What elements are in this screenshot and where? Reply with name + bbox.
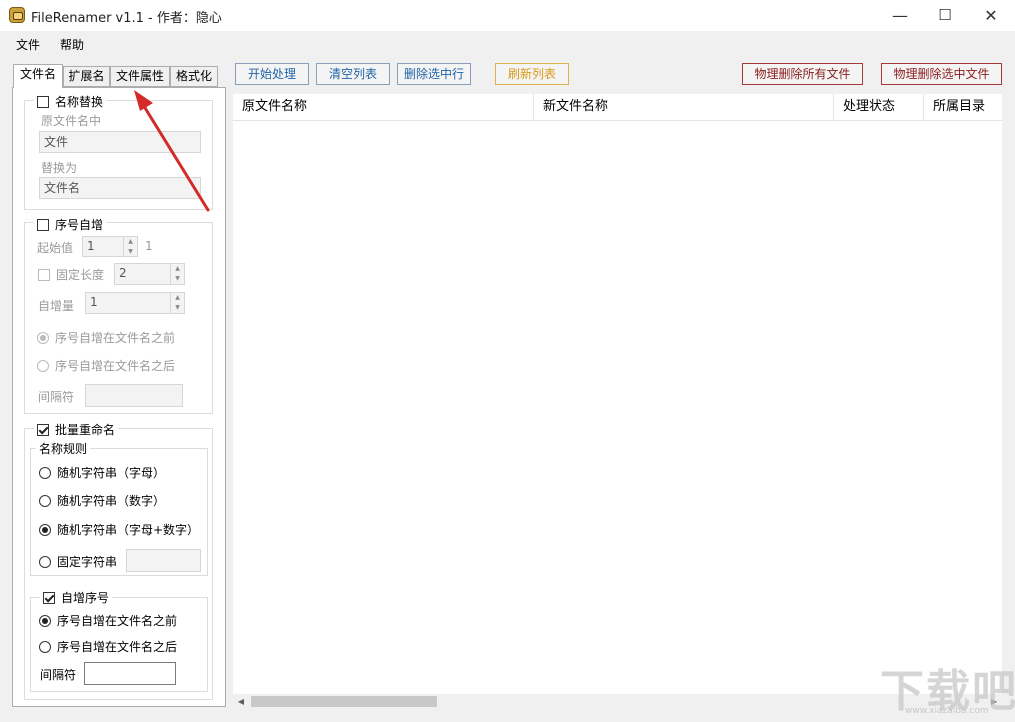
menu-file[interactable]: 文件 [16, 36, 40, 53]
column-directory[interactable]: 所属目录 [924, 94, 1002, 120]
start-value-text: 1 [87, 239, 95, 253]
window-title: FileRenamer v1.1 - 作者：隐心 [31, 11, 222, 26]
clear-list-button[interactable]: 清空列表 [316, 63, 390, 85]
auto-before-radio[interactable] [39, 615, 51, 627]
scroll-left-icon[interactable]: ◀ [233, 694, 249, 709]
increment-label: 自增量 [38, 299, 75, 313]
menu-help[interactable]: 帮助 [60, 36, 84, 53]
close-button[interactable]: ✕ [968, 0, 1014, 31]
rule-digits-label: 随机字符串（数字） [57, 494, 166, 508]
tab-format[interactable]: 格式化 [170, 66, 218, 87]
sequence-title: 序号自增 [55, 218, 104, 232]
auto-seq-header[interactable]: 自增序号 [40, 589, 113, 606]
column-original-name[interactable]: 原文件名称 [233, 94, 534, 120]
app-icon [9, 7, 25, 23]
auto-seq-checkbox[interactable] [43, 592, 55, 604]
up-arrow-icon[interactable]: ▲ [171, 264, 184, 274]
seq-separator-input[interactable] [85, 384, 183, 407]
physical-delete-selected-button[interactable]: 物理删除选中文件 [881, 63, 1002, 85]
increment-text: 1 [90, 295, 98, 309]
start-value-label: 起始值 [37, 241, 74, 255]
down-arrow-icon[interactable]: ▼ [171, 274, 184, 284]
name-rule-title: 名称规则 [36, 440, 91, 457]
start-value-stepper[interactable]: 1 ▲ ▼ [82, 236, 138, 257]
physical-delete-all-button[interactable]: 物理删除所有文件 [742, 63, 863, 85]
fixed-length-label: 固定长度 [56, 268, 105, 282]
tab-file-attributes[interactable]: 文件属性 [110, 66, 170, 87]
increment-stepper[interactable]: 1 ▲ ▼ [85, 292, 185, 314]
fixed-length-text: 2 [119, 266, 127, 280]
rule-mixed-radio[interactable] [39, 524, 51, 536]
start-value-hint: 1 [145, 239, 153, 253]
tab-filename[interactable]: 文件名 [13, 64, 63, 88]
up-arrow-icon[interactable]: ▲ [124, 237, 137, 247]
fixed-length-arrows[interactable]: ▲ ▼ [170, 264, 184, 284]
auto-separator-input[interactable] [84, 662, 176, 685]
menu-bar [0, 31, 1015, 56]
rule-digits-option[interactable]: 随机字符串（数字） [39, 492, 165, 509]
annotation-arrow-icon [134, 90, 210, 212]
column-status[interactable]: 处理状态 [834, 94, 924, 120]
refresh-list-button[interactable]: 刷新列表 [495, 63, 569, 85]
rule-fixed-option[interactable]: 固定字符串 [39, 553, 117, 570]
auto-separator-label: 间隔符 [40, 668, 77, 682]
auto-seq-title: 自增序号 [61, 591, 110, 605]
file-list[interactable] [233, 94, 1002, 694]
start-process-button[interactable]: 开始处理 [235, 63, 309, 85]
rule-mixed-label: 随机字符串（字母+数字） [57, 523, 200, 537]
batch-rename-header[interactable]: 批量重命名 [34, 421, 119, 438]
seq-before-option[interactable]: 序号自增在文件名之前 [37, 329, 175, 346]
replace-with-label: 替换为 [41, 161, 78, 175]
rule-fixed-radio[interactable] [39, 556, 51, 568]
down-arrow-icon[interactable]: ▼ [124, 247, 137, 257]
rule-mixed-option[interactable]: 随机字符串（字母+数字） [39, 521, 199, 538]
fixed-length-stepper[interactable]: 2 ▲ ▼ [114, 263, 185, 285]
auto-before-label: 序号自增在文件名之前 [57, 614, 178, 628]
seq-after-label: 序号自增在文件名之后 [55, 359, 176, 373]
seq-after-option[interactable]: 序号自增在文件名之后 [37, 357, 175, 374]
rule-digits-radio[interactable] [39, 495, 51, 507]
delete-selected-row-button[interactable]: 删除选中行 [397, 63, 471, 85]
column-new-name[interactable]: 新文件名称 [534, 94, 834, 120]
seq-separator-label: 间隔符 [38, 390, 75, 404]
minimize-button[interactable]: — [877, 0, 923, 31]
seq-before-radio[interactable] [37, 332, 49, 344]
name-replace-header[interactable]: 名称替换 [34, 93, 107, 110]
rule-letters-radio[interactable] [39, 467, 51, 479]
sequence-header[interactable]: 序号自增 [34, 216, 107, 233]
auto-after-option[interactable]: 序号自增在文件名之后 [39, 638, 177, 655]
original-name-label: 原文件名中 [41, 114, 102, 128]
auto-after-label: 序号自增在文件名之后 [57, 640, 178, 654]
fixed-string-input[interactable] [126, 549, 201, 572]
fixed-length-option[interactable]: 固定长度 [38, 266, 104, 283]
start-value-arrows[interactable]: ▲ ▼ [123, 237, 137, 256]
watermark-url: www.xiazaiba.com [905, 706, 989, 716]
name-replace-checkbox[interactable] [37, 96, 49, 108]
header-divider [233, 120, 1002, 121]
fixed-length-checkbox[interactable] [38, 269, 50, 281]
scrollbar-thumb[interactable] [251, 696, 437, 707]
tab-extension[interactable]: 扩展名 [63, 66, 110, 87]
rule-letters-label: 随机字符串（字母） [57, 466, 166, 480]
down-arrow-icon[interactable]: ▼ [171, 303, 184, 313]
batch-rename-checkbox[interactable] [37, 424, 49, 436]
auto-after-radio[interactable] [39, 641, 51, 653]
auto-before-option[interactable]: 序号自增在文件名之前 [39, 612, 177, 629]
batch-rename-title: 批量重命名 [55, 423, 116, 437]
maximize-button[interactable]: ☐ [922, 0, 968, 31]
up-arrow-icon[interactable]: ▲ [171, 293, 184, 303]
sequence-checkbox[interactable] [37, 219, 49, 231]
rule-fixed-label: 固定字符串 [57, 555, 118, 569]
seq-before-label: 序号自增在文件名之前 [55, 331, 176, 345]
seq-after-radio[interactable] [37, 360, 49, 372]
name-replace-title: 名称替换 [55, 95, 104, 109]
rule-letters-option[interactable]: 随机字符串（字母） [39, 464, 165, 481]
increment-arrows[interactable]: ▲ ▼ [170, 293, 184, 313]
